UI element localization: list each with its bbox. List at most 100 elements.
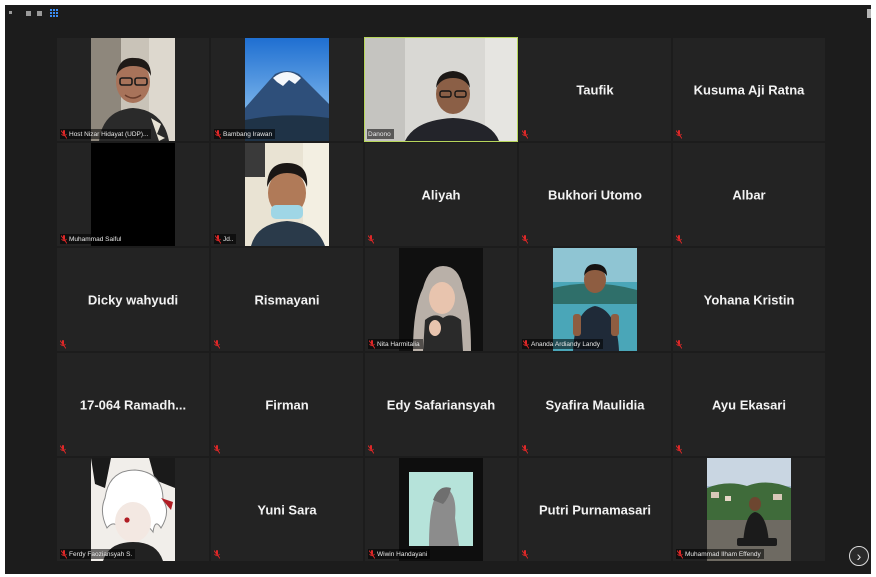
mic-muted-icon [676, 339, 682, 349]
mic-muted-icon [522, 129, 528, 139]
minimize-icon[interactable] [26, 11, 31, 16]
mic-muted-icon [61, 129, 67, 139]
mic-muted-icon [368, 234, 374, 244]
participant-video [91, 38, 175, 141]
participant-label [522, 234, 528, 244]
participant-name: Dicky wahyudi [87, 292, 179, 307]
participant-tile[interactable]: Muhammad Saiful [57, 143, 209, 246]
mic-muted-icon [214, 339, 220, 349]
participant-tile[interactable]: Wiwin Handayani [365, 458, 517, 561]
participant-label-text: Nita Harmitalia [377, 340, 420, 348]
participant-label [522, 129, 528, 139]
participant-label-text: Host Nizar Hidayat (UDP)... [69, 130, 149, 138]
participant-name: Taufik [576, 82, 614, 97]
participant-video [707, 458, 791, 561]
participant-tile[interactable]: Yohana Kristin [673, 248, 825, 351]
participant-label-text: Muhammad Ilham Effendy [685, 550, 761, 558]
participant-name: Kusuma Aji Ratna [693, 82, 805, 97]
mic-muted-icon [523, 339, 529, 349]
participant-label: Bambang Irawan [214, 129, 276, 139]
participant-tile[interactable]: Bambang Irawan [211, 38, 363, 141]
mic-muted-icon [215, 234, 221, 244]
participant-tile[interactable]: Putri Purnamasari [519, 458, 671, 561]
participant-label-text: Danono [368, 130, 391, 138]
participant-name: Edy Safariansyah [386, 397, 496, 412]
participant-label [60, 339, 66, 349]
participant-tile[interactable]: Rismayani [211, 248, 363, 351]
mic-muted-icon [676, 129, 682, 139]
participant-tile[interactable]: Aliyah [365, 143, 517, 246]
participant-tile[interactable]: Jd.. [211, 143, 363, 246]
participant-label-text: Wiwin Handayani [377, 550, 428, 558]
participant-label-text: Bambang Irawan [223, 130, 273, 138]
participant-video [365, 38, 517, 141]
participant-video [553, 248, 637, 351]
participant-label [368, 234, 374, 244]
gallery-view-icon[interactable] [50, 9, 59, 18]
participant-name: Ayu Ekasari [712, 397, 786, 412]
participant-name: Yohana Kristin [703, 292, 795, 307]
participant-name: Yuni Sara [257, 502, 317, 517]
participant-name: Firman [265, 397, 309, 412]
participant-label: Host Nizar Hidayat (UDP)... [60, 129, 152, 139]
participant-video [91, 458, 175, 561]
participant-label: Muhammad Ilham Effendy [676, 549, 764, 559]
participant-tile[interactable]: Muhammad Ilham Effendy [673, 458, 825, 561]
participant-name: Syafira Maulidia [545, 397, 645, 412]
window-control-icon[interactable] [9, 11, 12, 14]
participant-tile[interactable]: Bukhori Utomo [519, 143, 671, 246]
participant-tile[interactable]: 17-064 Ramadh... [57, 353, 209, 456]
participant-tile[interactable]: Nita Harmitalia [365, 248, 517, 351]
next-page-button[interactable]: › [849, 546, 869, 566]
participant-label: Muhammad Saiful [60, 234, 125, 244]
participant-tile[interactable]: Syafira Maulidia [519, 353, 671, 456]
participant-tile[interactable]: Firman [211, 353, 363, 456]
participant-tile[interactable]: Taufik [519, 38, 671, 141]
mic-muted-icon [369, 339, 375, 349]
participant-label: Jd.. [214, 234, 237, 244]
participant-video [245, 38, 329, 141]
participant-label-text: Ananda Ardiandy Landy [531, 340, 601, 348]
participant-video [245, 143, 329, 246]
participant-gallery: Host Nizar Hidayat (UDP)... Bambang Iraw… [57, 37, 825, 564]
mic-muted-icon [677, 549, 683, 559]
participant-label [676, 234, 682, 244]
participant-tile[interactable]: Edy Safariansyah [365, 353, 517, 456]
mic-muted-icon [369, 549, 375, 559]
participant-name: Rismayani [254, 292, 320, 307]
participant-tile[interactable]: Ayu Ekasari [673, 353, 825, 456]
participant-name: Aliyah [421, 187, 461, 202]
options-icon[interactable] [867, 9, 871, 18]
participant-tile[interactable]: Dicky wahyudi [57, 248, 209, 351]
participant-name: Bukhori Utomo [548, 187, 642, 202]
participant-name: 17-064 Ramadh... [79, 397, 187, 412]
participant-label: Wiwin Handayani [368, 549, 431, 559]
participant-tile[interactable]: Ananda Ardiandy Landy [519, 248, 671, 351]
chevron-right-icon: › [856, 548, 862, 564]
mic-muted-icon [215, 129, 221, 139]
participant-name: Putri Purnamasari [539, 502, 651, 517]
mic-muted-icon [522, 549, 528, 559]
participant-tile[interactable]: Ferdy Faoziansyah S. [57, 458, 209, 561]
mic-muted-icon [368, 444, 374, 454]
participant-tile[interactable]: Albar [673, 143, 825, 246]
participant-tile-active-speaker[interactable]: Danono [364, 37, 518, 142]
mic-muted-icon [522, 444, 528, 454]
participant-video [399, 458, 483, 561]
participant-name: Albar [732, 187, 766, 202]
participant-tile[interactable]: Yuni Sara [211, 458, 363, 561]
maximize-icon[interactable] [37, 11, 42, 16]
participant-label [60, 444, 66, 454]
participant-tile[interactable]: Kusuma Aji Ratna [673, 38, 825, 141]
mic-muted-icon [522, 234, 528, 244]
participant-label [676, 339, 682, 349]
participant-label [368, 444, 374, 454]
mic-muted-icon [60, 444, 66, 454]
participant-label [214, 444, 220, 454]
mic-muted-icon [214, 444, 220, 454]
participant-label-text: Jd.. [223, 235, 234, 243]
participant-tile[interactable]: Host Nizar Hidayat (UDP)... [57, 38, 209, 141]
mic-muted-icon [214, 549, 220, 559]
participant-video [399, 248, 483, 351]
mic-muted-icon [676, 234, 682, 244]
